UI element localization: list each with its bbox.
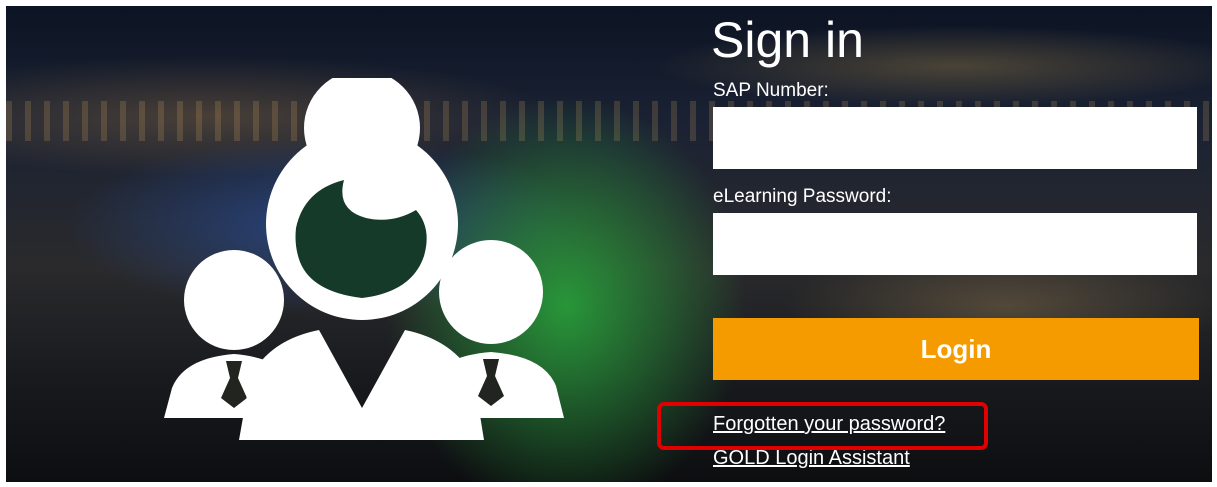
highlight-box: [657, 402, 988, 450]
password-label: eLearning Password:: [713, 186, 892, 207]
people-group-icon: [164, 78, 564, 440]
login-button[interactable]: Login: [713, 318, 1199, 380]
page-title: Sign in: [711, 12, 864, 68]
sap-number-input[interactable]: [713, 107, 1197, 169]
login-panel: Sign in SAP Number: eLearning Password: …: [6, 6, 1212, 482]
sap-number-label: SAP Number:: [713, 80, 829, 101]
password-input[interactable]: [713, 213, 1197, 275]
